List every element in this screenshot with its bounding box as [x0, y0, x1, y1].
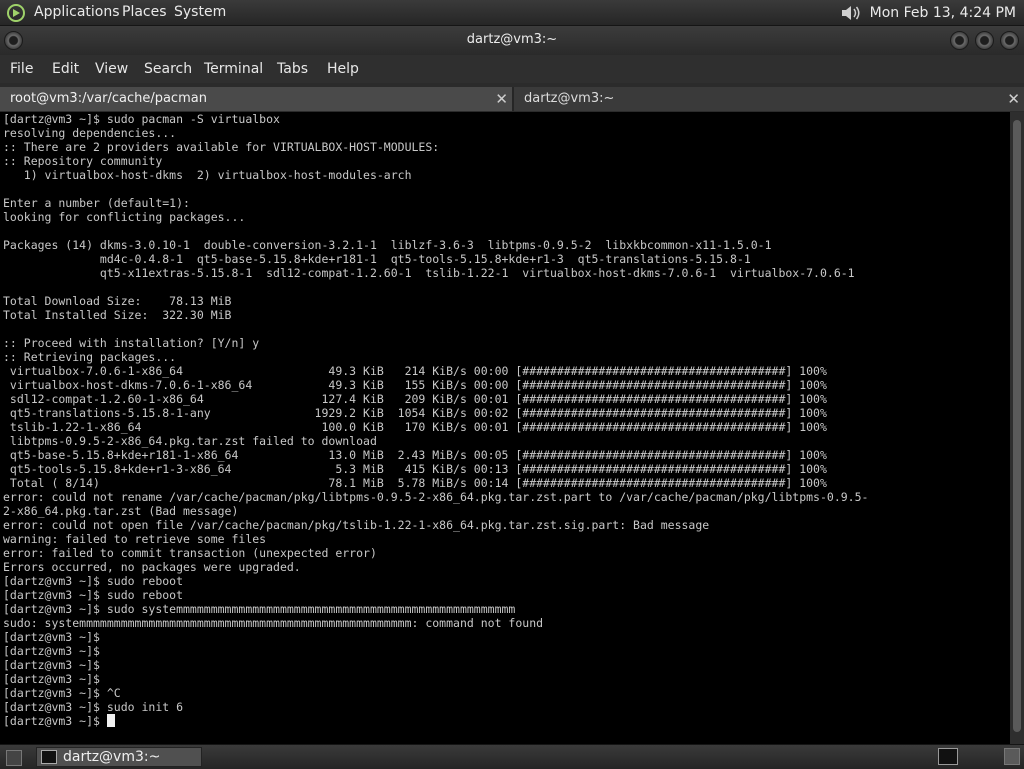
- window-titlebar[interactable]: dartz@vm3:~: [0, 26, 1024, 55]
- terminal-icon: [41, 750, 57, 764]
- menu-file[interactable]: File: [10, 61, 33, 77]
- menu-edit[interactable]: Edit: [52, 61, 79, 77]
- terminal-text: [dartz@vm3 ~]$ sudo pacman -S virtualbox…: [0, 112, 1010, 728]
- menu-search[interactable]: Search: [144, 61, 192, 77]
- terminal-line: warning: failed to retrieve some files: [3, 532, 267, 546]
- clock[interactable]: Mon Feb 13, 4:24 PM: [870, 5, 1016, 21]
- menu-terminal[interactable]: Terminal: [204, 61, 263, 77]
- terminal-line: qt5-translations-5.15.8-1-any 1929.2 KiB…: [3, 406, 827, 420]
- terminal-line: [dartz@vm3 ~]$: [3, 630, 100, 644]
- terminal-prompt: [dartz@vm3 ~]$: [3, 714, 107, 728]
- terminal-scrollbar[interactable]: [1010, 112, 1024, 744]
- maximize-button[interactable]: [975, 31, 994, 50]
- terminal-line: looking for conflicting packages...: [3, 210, 246, 224]
- menu-tabs[interactable]: Tabs: [277, 61, 308, 77]
- top-panel: Applications Places System Mon Feb 13, 4…: [0, 0, 1024, 26]
- taskbar-label: dartz@vm3:~: [63, 749, 161, 765]
- terminal-line: :: Repository community: [3, 154, 163, 168]
- tab-bar: root@vm3:/var/cache/pacman ✕ dartz@vm3:~…: [0, 87, 1024, 111]
- speaker-icon[interactable]: [840, 4, 862, 22]
- terminal-line: tslib-1.22-1-x86_64 100.0 KiB 170 KiB/s …: [3, 420, 827, 434]
- terminal-line: libtpms-0.9.5-2-x86_64.pkg.tar.zst faile…: [3, 434, 377, 448]
- terminal-line: Total Installed Size: 322.30 MiB: [3, 308, 232, 322]
- system-menu[interactable]: System: [174, 4, 226, 20]
- close-window-button[interactable]: [1000, 31, 1019, 50]
- terminal-line: [dartz@vm3 ~]$: [3, 644, 100, 658]
- terminal-line: sdl12-compat-1.2.60-1-x86_64 127.4 KiB 2…: [3, 392, 827, 406]
- applications-menu[interactable]: Applications: [34, 4, 120, 20]
- terminal-line: error: could not open file /var/cache/pa…: [3, 518, 710, 532]
- terminal-line: virtualbox-7.0.6-1-x86_64 49.3 KiB 214 K…: [3, 364, 827, 378]
- terminal-line: [dartz@vm3 ~]$ sudo reboot: [3, 574, 184, 588]
- menu-view[interactable]: View: [95, 61, 128, 77]
- terminal-line: Errors occurred, no packages were upgrad…: [3, 560, 301, 574]
- terminal-line: [dartz@vm3 ~]$ sudo systemmmmmmmmmmmmmmm…: [3, 602, 516, 616]
- terminal-line: qt5-tools-5.15.8+kde+r1-3-x86_64 5.3 MiB…: [3, 462, 827, 476]
- terminal-line: [dartz@vm3 ~]$: [3, 672, 100, 686]
- taskbar-terminal-button[interactable]: dartz@vm3:~: [36, 747, 202, 767]
- terminal-line: [dartz@vm3 ~]$ ^C: [3, 686, 121, 700]
- workspace-switcher-icon[interactable]: [1004, 748, 1020, 765]
- terminal-line: [dartz@vm3 ~]$ sudo pacman -S virtualbox: [3, 112, 280, 126]
- places-menu[interactable]: Places: [122, 4, 167, 20]
- tab-label: root@vm3:/var/cache/pacman: [10, 91, 207, 106]
- terminal-prompt-line[interactable]: [dartz@vm3 ~]$: [3, 714, 1010, 728]
- terminal-line: sudo: systemmmmmmmmmmmmmmmmmmmmmmmmmmmmm…: [3, 616, 544, 630]
- close-tab-icon[interactable]: ✕: [1007, 87, 1020, 111]
- terminal-line: virtualbox-host-dkms-7.0.6-1-x86_64 49.3…: [3, 378, 827, 392]
- terminal-line: Enter a number (default=1):: [3, 196, 190, 210]
- tab-label: dartz@vm3:~: [524, 91, 615, 106]
- close-tab-icon[interactable]: ✕: [495, 87, 508, 111]
- terminal-line: [dartz@vm3 ~]$ sudo init 6: [3, 700, 184, 714]
- terminal-line: Total Download Size: 78.13 MiB: [3, 294, 232, 308]
- terminal-line: :: There are 2 providers available for V…: [3, 140, 440, 154]
- panel-right: Mon Feb 13, 4:24 PM: [840, 4, 1016, 22]
- tab-dartz-home[interactable]: dartz@vm3:~ ✕: [514, 87, 1024, 111]
- bottom-panel: dartz@vm3:~: [0, 744, 1024, 769]
- show-desktop-icon[interactable]: [6, 750, 22, 766]
- terminal-line: qt5-base-5.15.8+kde+r181-1-x86_64 13.0 M…: [3, 448, 827, 462]
- tab-root-pacman[interactable]: root@vm3:/var/cache/pacman ✕: [0, 87, 512, 111]
- terminal-line: :: Retrieving packages...: [3, 350, 177, 364]
- terminal-line: Packages (14) dkms-3.0.10-1 double-conve…: [3, 238, 772, 252]
- terminal-line: error: failed to commit transaction (une…: [3, 546, 377, 560]
- minimize-button[interactable]: [950, 31, 969, 50]
- tray-terminal-icon[interactable]: [938, 748, 958, 765]
- terminal-line: error: could not rename /var/cache/pacma…: [3, 490, 869, 504]
- app-logo-icon[interactable]: [6, 3, 26, 23]
- scrollbar-thumb[interactable]: [1013, 120, 1021, 732]
- menu-help[interactable]: Help: [327, 61, 359, 77]
- terminal-output[interactable]: [dartz@vm3 ~]$ sudo pacman -S virtualbox…: [0, 112, 1010, 744]
- terminal-line: [dartz@vm3 ~]$: [3, 658, 100, 672]
- menubar: File Edit View Search Terminal Tabs Help: [0, 55, 1024, 83]
- terminal-line: [dartz@vm3 ~]$ sudo reboot: [3, 588, 184, 602]
- terminal-line: :: Proceed with installation? [Y/n] y: [3, 336, 260, 350]
- terminal-line: 1) virtualbox-host-dkms 2) virtualbox-ho…: [3, 168, 412, 182]
- terminal-line: 2-x86_64.pkg.tar.zst (Bad message): [3, 504, 239, 518]
- window-title: dartz@vm3:~: [466, 32, 558, 47]
- terminal-line: md4c-0.4.8-1 qt5-base-5.15.8+kde+r181-1 …: [3, 252, 751, 266]
- terminal-cursor: [106, 714, 115, 727]
- terminal-line: Total ( 8/14) 78.1 MiB 5.78 MiB/s 00:14 …: [3, 476, 827, 490]
- terminal-line: resolving dependencies...: [3, 126, 177, 140]
- terminal-line: qt5-x11extras-5.15.8-1 sdl12-compat-1.2.…: [3, 266, 855, 280]
